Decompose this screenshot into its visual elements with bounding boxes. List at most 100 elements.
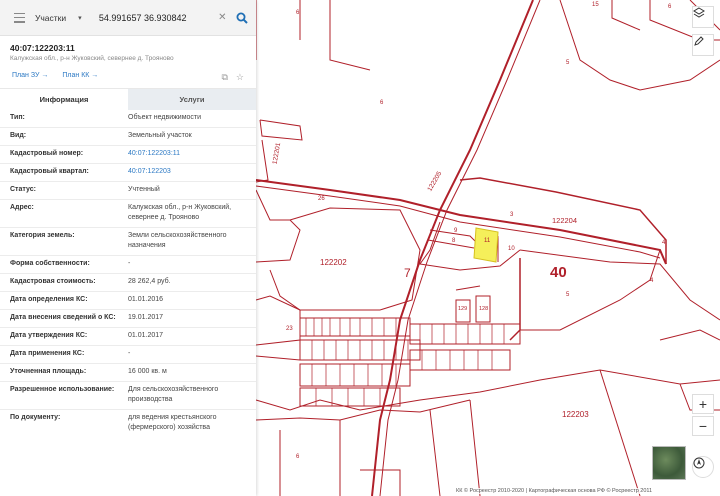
pencil-icon xyxy=(694,36,704,46)
info-row: Форма собственности: - xyxy=(0,256,256,274)
field-label: Дата применения КС: xyxy=(10,350,85,357)
plan-zu-link[interactable]: План ЗУ → xyxy=(12,72,48,79)
field-value: - xyxy=(128,350,131,357)
field-value: Земельный участок xyxy=(128,132,192,139)
star-icon[interactable]: ☆ xyxy=(236,72,244,83)
field-label: Кадастровая стоимость: xyxy=(10,278,96,285)
copyright-text: КК © Росреестр 2010-2020 | Картографичес… xyxy=(456,488,653,494)
compass-icon xyxy=(693,457,705,469)
chevron-down-icon: ▾ xyxy=(78,14,82,22)
cadastral-number-link[interactable]: 40:07:122203:11 xyxy=(128,149,256,160)
object-address: Калужская обл., р-н Жуковский, севернее … xyxy=(10,55,174,62)
field-value: Учтенный xyxy=(128,186,160,193)
map-label: 3 xyxy=(510,212,514,218)
field-value: 28 262,4 руб. xyxy=(128,278,171,285)
field-value: Калужская обл., р-н Жуковский, севернее … xyxy=(128,204,232,221)
field-label: Вид: xyxy=(10,132,27,139)
field-label: Тип: xyxy=(10,114,25,121)
measure-button[interactable] xyxy=(692,34,714,56)
field-value: для ведения крестьянского (фермерского) … xyxy=(128,414,217,431)
field-label: По документу: xyxy=(10,414,61,421)
tab-services[interactable]: Услуги xyxy=(128,89,256,110)
info-row: Вид: Земельный участок xyxy=(0,128,256,146)
field-label: Кадастровый квартал: xyxy=(10,168,89,175)
field-value: Для сельскохозяйственного производства xyxy=(128,386,219,403)
cadastral-quarter-link[interactable]: 40:07:122203 xyxy=(128,167,256,178)
map-label: 26 xyxy=(318,196,325,202)
search-button[interactable] xyxy=(229,4,256,32)
field-label: Дата внесения сведений о КС: xyxy=(10,314,116,321)
selected-parcel[interactable] xyxy=(473,227,499,263)
map-label: 122202 xyxy=(320,258,347,267)
map-label: 128 xyxy=(479,306,489,312)
map-label: 6 xyxy=(296,10,300,16)
field-label: Категория земель: xyxy=(10,232,75,239)
map-label: 9 xyxy=(454,228,458,234)
search-type-select[interactable]: Участки ▾ xyxy=(35,13,97,23)
map-label: 6 xyxy=(380,100,384,106)
field-label: Статус: xyxy=(10,186,36,193)
field-label: Адрес: xyxy=(10,204,34,211)
field-value: 16 000 кв. м xyxy=(128,368,167,375)
field-label: Разрешенное использование: xyxy=(10,386,115,393)
map-label: 7 xyxy=(404,266,411,280)
zoom-to-object-icon[interactable]: ⧉ xyxy=(221,72,227,83)
object-number: 40:07:122203:11 xyxy=(10,43,75,53)
field-label: Форма собственности: xyxy=(10,260,90,267)
info-row: Категория земель: Земли сельскохозяйствен… xyxy=(0,228,256,256)
map-label: 5 xyxy=(566,292,570,298)
clear-icon[interactable]: ✕ xyxy=(216,12,229,23)
info-row: Адрес: Калужская обл., р-н Жуковский, сев… xyxy=(0,200,256,228)
map-label: 5 xyxy=(566,60,570,66)
info-row: Статус: Учтенный xyxy=(0,182,256,200)
field-label: Дата утверждения КС: xyxy=(10,332,88,339)
zoom-out-button[interactable]: − xyxy=(692,416,714,436)
info-row: Дата утверждения КС: 01.01.2017 xyxy=(0,328,256,346)
map-label: 8 xyxy=(452,238,456,244)
field-label: Уточненная площадь: xyxy=(10,368,87,375)
info-row: Кадастровая стоимость: 28 262,4 руб. xyxy=(0,274,256,292)
field-value: 19.01.2017 xyxy=(128,314,164,321)
field-value: Земли сельскохозяйственного назначения xyxy=(128,232,227,249)
search-type-label: Участки xyxy=(34,12,67,23)
zoom-in-button[interactable]: + xyxy=(692,394,714,414)
menu-icon[interactable] xyxy=(14,12,25,23)
layers-button[interactable] xyxy=(692,6,714,28)
search-icon xyxy=(236,12,249,24)
map-label: 4 xyxy=(662,240,666,246)
map-label: 10 xyxy=(508,246,515,252)
info-panel: Участки ▾ ✕ 40:07:122203:11 Калужская об… xyxy=(0,0,256,496)
app: 15 6 6 5 6 26 122201 122205 122204 3 4 1… xyxy=(0,0,720,496)
info-row: Разрешенное использование: Для сельскохоз… xyxy=(0,382,256,410)
info-row: Дата внесения сведений о КС: 19.01.2017 xyxy=(0,310,256,328)
map-label: 122203 xyxy=(562,410,589,419)
location-button[interactable] xyxy=(692,456,714,478)
info-row: По документу: для ведения крестьянского (… xyxy=(0,410,256,438)
plan-kk-link[interactable]: План КК → xyxy=(62,72,98,79)
map-label: 23 xyxy=(286,326,293,332)
field-value: 01.01.2017 xyxy=(128,332,164,339)
field-label: Дата определения КС: xyxy=(10,296,88,303)
field-value: 01.01.2016 xyxy=(128,296,164,303)
tabs: Информация Услуги xyxy=(0,88,256,110)
info-row: Уточненная площадь: 16 000 кв. м xyxy=(0,364,256,382)
map-label: 129 xyxy=(458,306,468,312)
field-label: Кадастровый номер: xyxy=(10,150,84,157)
search-input[interactable] xyxy=(96,7,216,28)
map-label: 40 xyxy=(550,264,567,281)
object-header: 40:07:122203:11 Калужская обл., р-н Жуко… xyxy=(0,36,256,88)
map-label: 4 xyxy=(650,278,654,284)
layers-icon xyxy=(693,7,705,18)
search-bar: Участки ▾ ✕ xyxy=(0,0,256,36)
field-value: - xyxy=(128,260,131,267)
info-row: Дата определения КС: 01.01.2016 xyxy=(0,292,256,310)
field-value: Объект недвижимости xyxy=(128,114,202,121)
info-row: Кадастровый квартал: 40:07:122203 xyxy=(0,164,256,182)
tab-info[interactable]: Информация xyxy=(0,89,128,110)
map-label: 6 xyxy=(296,454,300,460)
map-label: 122204 xyxy=(552,216,578,225)
info-table: Тип: Объект недвижимости Вид: Земельный уч… xyxy=(0,110,256,438)
minimap-button[interactable] xyxy=(652,446,686,480)
map-label: 11 xyxy=(484,238,491,244)
info-row: Тип: Объект недвижимости xyxy=(0,110,256,128)
